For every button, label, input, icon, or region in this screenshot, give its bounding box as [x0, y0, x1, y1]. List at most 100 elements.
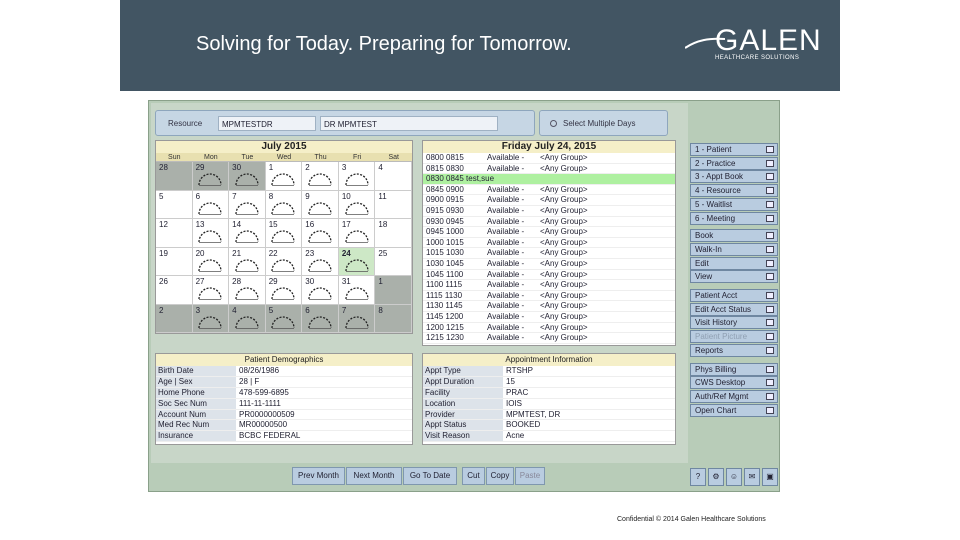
info-value: 15 [506, 376, 515, 386]
slot-row[interactable]: 0945 1000 Available - <Any Group> [423, 227, 675, 238]
calendar-day[interactable]: 4 [229, 304, 266, 333]
slot-row[interactable]: 0800 0815 Available - <Any Group> [423, 153, 675, 164]
calendar-day[interactable]: 29 [265, 276, 303, 305]
slot-row[interactable]: 1000 1015 Available - <Any Group> [423, 238, 675, 249]
slot-row[interactable]: 1045 1100 Available - <Any Group> [423, 270, 675, 281]
calendar-day[interactable]: 2 [302, 162, 339, 191]
nav-button[interactable]: Walk-In [690, 242, 778, 256]
calendar-day[interactable]: 6 [192, 190, 230, 219]
calendar-day[interactable]: 17 [338, 219, 376, 248]
slot-row[interactable]: 1215 1230 Available - <Any Group> [423, 333, 675, 344]
calendar-day[interactable]: 30 [302, 276, 339, 305]
slot-row[interactable]: 1200 1215 Available - <Any Group> [423, 323, 675, 334]
nav-button[interactable]: Open Chart [690, 403, 778, 417]
calendar-day[interactable]: 14 [229, 219, 266, 248]
nav-button[interactable]: Visit History [690, 316, 778, 330]
slot-row[interactable]: 0845 0900 Available - <Any Group> [423, 185, 675, 196]
nav-button[interactable]: 6 - Meeting [690, 211, 778, 225]
go-to-date-button[interactable]: Go To Date [403, 467, 457, 485]
nav-button[interactable]: Phys Billing [690, 362, 778, 376]
slot-row[interactable]: 0900 0915 Available - <Any Group> [423, 195, 675, 206]
walk-in-icon [766, 245, 774, 253]
calendar-day[interactable]: 28 [156, 162, 193, 191]
nav-button[interactable]: 5 - Waitlist [690, 197, 778, 211]
slot-row[interactable]: 0815 0830 Available - <Any Group> [423, 164, 675, 175]
slot-row[interactable]: 0915 0930 Available - <Any Group> [423, 206, 675, 217]
calendar-day[interactable]: 20 [192, 247, 230, 276]
cut-button[interactable]: Cut [462, 467, 485, 485]
nav-button[interactable]: CWS Desktop [690, 376, 778, 390]
nav-button[interactable]: Patient Acct [690, 289, 778, 302]
calendar-day[interactable]: 19 [156, 247, 193, 276]
calendar-day[interactable]: 3 [338, 162, 376, 191]
multiple-days-radio[interactable] [550, 120, 557, 127]
logo-word: GALEN [715, 24, 822, 57]
nav-button[interactable]: Edit Acct Status [690, 302, 778, 316]
calendar-day[interactable]: 16 [302, 219, 339, 248]
nav-button[interactable]: Patient Picture [690, 330, 778, 344]
calendar-day[interactable]: 5 [265, 304, 303, 333]
calendar-day[interactable]: 30 [229, 162, 266, 191]
slot-row[interactable]: 1015 1030 Available - <Any Group> [423, 248, 675, 259]
calendar-day[interactable]: 12 [156, 219, 193, 248]
calendar-day[interactable]: 13 [192, 219, 230, 248]
nav-mini-button[interactable]: ▣ [762, 468, 778, 486]
slot-status: Available - [487, 184, 525, 194]
calendar-day[interactable]: 29 [192, 162, 230, 191]
slot-row[interactable]: 1130 1145 Available - <Any Group> [423, 301, 675, 312]
calendar-day[interactable]: 1 [265, 162, 303, 191]
nav-mini-button[interactable]: ? [690, 468, 706, 486]
calendar-day[interactable]: 7 [229, 190, 266, 219]
calendar-day[interactable]: 5 [156, 190, 193, 219]
nav-button[interactable]: Edit [690, 256, 778, 270]
calendar-day[interactable]: 6 [302, 304, 339, 333]
calendar-day[interactable]: 8 [375, 304, 412, 333]
resource-name-field[interactable]: DR MPMTEST [320, 116, 498, 131]
day-number: 11 [378, 191, 387, 201]
calendar-day[interactable]: 27 [192, 276, 230, 305]
info-value: RTSHP [506, 366, 533, 375]
calendar-day[interactable]: 1 [375, 276, 412, 305]
paste-button[interactable]: Paste [515, 467, 545, 485]
calendar-day[interactable]: 26 [156, 276, 193, 305]
copy-button[interactable]: Copy [486, 467, 514, 485]
calendar-day[interactable]: 7 [338, 304, 376, 333]
calendar-day[interactable]: 31 [338, 276, 376, 305]
calendar-day[interactable]: 3 [192, 304, 230, 333]
slot-row[interactable]: 0830 0845 test,sue [423, 174, 675, 185]
calendar-day[interactable]: 24 [338, 247, 376, 276]
calendar-day[interactable]: 22 [265, 247, 303, 276]
resource-id-field[interactable]: MPMTESTDR [218, 116, 316, 131]
calendar-day[interactable]: 18 [375, 219, 412, 248]
prev-month-button[interactable]: Prev Month [292, 467, 345, 485]
calendar-day[interactable]: 8 [265, 190, 303, 219]
nav-mini-button[interactable]: ⚙ [708, 468, 724, 486]
slot-row[interactable]: 1100 1115 Available - <Any Group> [423, 280, 675, 291]
nav-button[interactable]: 4 - Resource [690, 184, 778, 198]
nav-button[interactable]: Book [690, 229, 778, 243]
nav-button[interactable]: Reports [690, 343, 778, 357]
calendar-day[interactable]: 4 [375, 162, 412, 191]
calendar-day[interactable]: 11 [375, 190, 412, 219]
calendar-day[interactable]: 23 [302, 247, 339, 276]
calendar-day[interactable]: 2 [156, 304, 193, 333]
slot-row[interactable]: 1145 1200 Available - <Any Group> [423, 312, 675, 323]
nav-button[interactable]: View [690, 270, 778, 284]
next-month-button[interactable]: Next Month [346, 467, 402, 485]
slot-row[interactable]: 1115 1130 Available - <Any Group> [423, 291, 675, 302]
nav-button[interactable]: 1 - Patient [690, 143, 778, 156]
calendar-day[interactable]: 25 [375, 247, 412, 276]
calendar-day[interactable]: 9 [302, 190, 339, 219]
select-multiple-days-option[interactable]: Select Multiple Days [539, 110, 668, 136]
calendar-day[interactable]: 28 [229, 276, 266, 305]
nav-button[interactable]: 2 - Practice [690, 156, 778, 170]
calendar-day[interactable]: 15 [265, 219, 303, 248]
nav-button[interactable]: Auth/Ref Mgmt [690, 389, 778, 403]
calendar-day[interactable]: 10 [338, 190, 376, 219]
slot-row[interactable]: 0930 0945 Available - <Any Group> [423, 217, 675, 228]
nav-button[interactable]: 3 - Appt Book [690, 170, 778, 184]
nav-mini-button[interactable]: ☺ [726, 468, 742, 486]
nav-mini-button[interactable]: ✉ [744, 468, 760, 486]
slot-row[interactable]: 1030 1045 Available - <Any Group> [423, 259, 675, 270]
calendar-day[interactable]: 21 [229, 247, 266, 276]
